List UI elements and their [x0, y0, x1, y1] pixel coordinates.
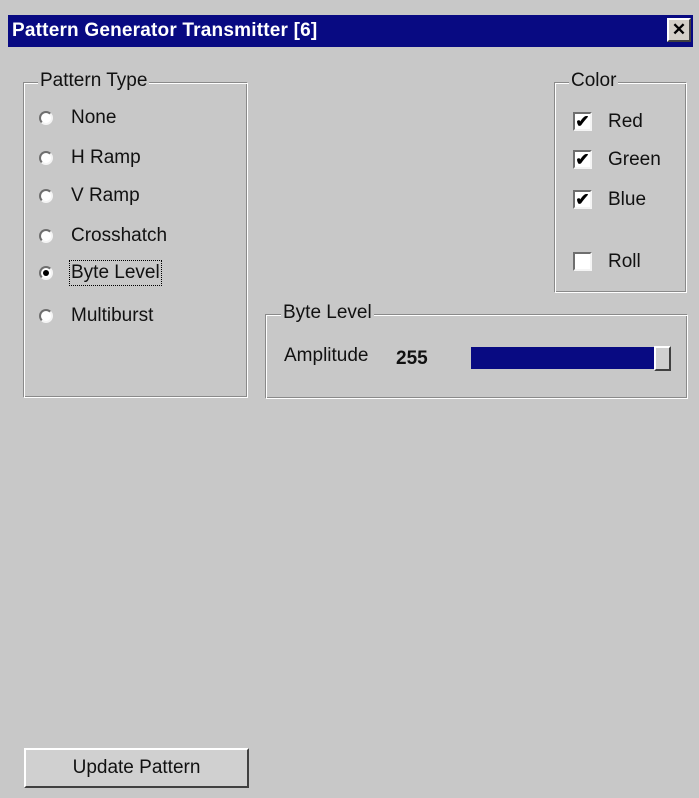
checkbox-label: Blue [608, 189, 647, 210]
title-bar[interactable]: Pattern Generator Transmitter [6] ✕ [8, 15, 693, 47]
update-pattern-button[interactable]: Update Pattern [24, 748, 249, 788]
amplitude-slider[interactable] [471, 346, 671, 371]
window-title: Pattern Generator Transmitter [6] [12, 20, 318, 41]
checkbox-label: Green [608, 149, 661, 170]
radio-button[interactable] [39, 151, 53, 165]
radio-button[interactable] [39, 111, 53, 125]
dialog-window: Pattern Generator Transmitter [6] ✕ Patt… [0, 0, 699, 798]
checkbox-label: Roll [608, 251, 641, 272]
radio-label: Multiburst [71, 305, 154, 326]
radio-label: None [71, 107, 117, 128]
checkbox-label: Red [608, 111, 643, 132]
radio-label: Byte Level [69, 260, 162, 286]
slider-fill [471, 347, 656, 369]
amplitude-value: 255 [396, 348, 428, 369]
amplitude-label: Amplitude [284, 345, 369, 366]
radio-button-selected[interactable] [39, 266, 53, 280]
radio-label: H Ramp [71, 147, 141, 168]
slider-thumb[interactable] [654, 346, 671, 371]
checkbox-box[interactable] [573, 252, 592, 271]
pattern-type-legend: Pattern Type [38, 70, 150, 91]
checkbox-box[interactable]: ✔ [573, 150, 592, 169]
color-legend: Color [569, 70, 619, 91]
radio-button[interactable] [39, 309, 53, 323]
radio-button[interactable] [39, 189, 53, 203]
radio-label: V Ramp [71, 185, 140, 206]
radio-selected-dot [43, 270, 49, 276]
byte-level-legend: Byte Level [281, 302, 374, 323]
close-icon[interactable]: ✕ [667, 18, 691, 42]
checkbox-box[interactable]: ✔ [573, 112, 592, 131]
radio-label: Crosshatch [71, 225, 168, 246]
radio-button[interactable] [39, 229, 53, 243]
checkbox-box[interactable]: ✔ [573, 190, 592, 209]
